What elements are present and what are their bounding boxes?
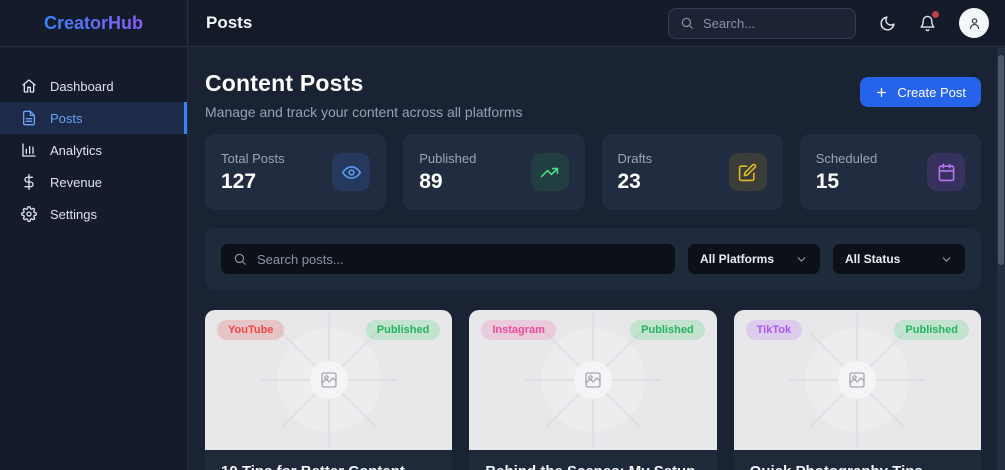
stat-card-scheduled: Scheduled 15 <box>800 134 981 210</box>
status-badge: Published <box>366 320 441 340</box>
vertical-scrollbar[interactable] <box>997 48 1005 470</box>
stat-card-total-posts: Total Posts 127 <box>205 134 386 210</box>
post-title: 10 Tips for Better Content Creation <box>221 463 436 470</box>
stat-value: 127 <box>221 170 285 194</box>
post-card[interactable]: TikTok Published Quick Photography Tips <box>734 310 981 470</box>
status-badge: Published <box>894 320 969 340</box>
platform-badge: Instagram <box>481 320 556 340</box>
sidebar-item-label: Posts <box>50 111 83 126</box>
platform-badge: YouTube <box>217 320 284 340</box>
post-title: Behind the Scenes: My Setup Tour <box>485 463 700 470</box>
sidebar-item-settings[interactable]: Settings <box>0 198 187 230</box>
app-logo: CreatorHub <box>44 13 143 34</box>
notifications-button[interactable] <box>919 15 936 32</box>
edit-icon <box>729 153 767 191</box>
eye-icon <box>332 153 370 191</box>
stat-label: Drafts <box>618 151 653 166</box>
top-bar: Posts <box>189 0 1005 47</box>
gear-icon <box>21 206 37 222</box>
post-thumbnail: YouTube Published <box>205 310 452 450</box>
stat-label: Published <box>419 151 476 166</box>
sidebar-item-label: Analytics <box>50 143 102 158</box>
post-thumbnail: Instagram Published <box>469 310 716 450</box>
sidebar-item-analytics[interactable]: Analytics <box>0 134 187 166</box>
sidebar-item-dashboard[interactable]: Dashboard <box>0 70 187 102</box>
chevron-down-icon <box>795 253 808 266</box>
stat-label: Total Posts <box>221 151 285 166</box>
posts-search[interactable] <box>221 244 675 274</box>
notification-dot <box>932 11 939 18</box>
post-card[interactable]: Instagram Published Behind the Scenes: M… <box>469 310 716 470</box>
post-body: Quick Photography Tips <box>734 450 981 470</box>
stats-row: Total Posts 127 Published 89 Drafts 23 <box>205 134 981 210</box>
file-icon <box>21 110 37 126</box>
bar-chart-icon <box>21 142 37 158</box>
status-badge: Published <box>630 320 705 340</box>
status-filter-select[interactable]: All Status <box>833 244 965 274</box>
main-content: Content Posts Manage and track your cont… <box>189 48 997 470</box>
dollar-icon <box>21 174 37 190</box>
home-icon <box>21 78 37 94</box>
logo-area: CreatorHub <box>0 0 187 47</box>
page-header: Content Posts Manage and track your cont… <box>205 70 981 120</box>
search-icon <box>233 252 247 266</box>
sidebar-nav: Dashboard Posts Analytics Revenue Settin… <box>0 47 187 230</box>
post-title: Quick Photography Tips <box>750 463 965 470</box>
post-body: Behind the Scenes: My Setup Tour <box>469 450 716 470</box>
theme-toggle-button[interactable] <box>879 15 896 32</box>
sidebar-item-label: Settings <box>50 207 97 222</box>
sidebar-item-posts[interactable]: Posts <box>0 102 187 134</box>
global-search[interactable] <box>668 8 856 39</box>
stat-value: 89 <box>419 170 476 194</box>
calendar-icon <box>927 153 965 191</box>
create-post-button[interactable]: Create Post <box>860 77 981 107</box>
search-icon <box>680 16 694 30</box>
page-title: Content Posts <box>205 70 523 97</box>
user-avatar[interactable] <box>959 8 989 38</box>
stat-card-drafts: Drafts 23 <box>602 134 783 210</box>
plus-icon <box>875 86 888 99</box>
user-icon <box>967 16 982 31</box>
sidebar-item-revenue[interactable]: Revenue <box>0 166 187 198</box>
header-actions <box>668 8 989 39</box>
posts-search-input[interactable] <box>257 252 663 267</box>
stat-card-published: Published 89 <box>403 134 584 210</box>
filter-bar: All Platforms All Status <box>205 228 981 290</box>
sidebar-item-label: Dashboard <box>50 79 114 94</box>
chevron-down-icon <box>940 253 953 266</box>
trending-up-icon <box>531 153 569 191</box>
platform-badge: TikTok <box>746 320 802 340</box>
post-thumbnail: TikTok Published <box>734 310 981 450</box>
stat-value: 23 <box>618 170 653 194</box>
platform-filter-select[interactable]: All Platforms <box>688 244 820 274</box>
scrollbar-thumb[interactable] <box>998 55 1004 265</box>
stat-label: Scheduled <box>816 151 877 166</box>
moon-icon <box>879 15 896 32</box>
posts-grid: YouTube Published 10 Tips for Better Con… <box>205 310 981 470</box>
sidebar-item-label: Revenue <box>50 175 102 190</box>
sidebar: CreatorHub Dashboard Posts Analytics Rev… <box>0 0 188 470</box>
stat-value: 15 <box>816 170 877 194</box>
page-subtitle: Manage and track your content across all… <box>205 104 523 120</box>
post-body: 10 Tips for Better Content Creation <box>205 450 452 470</box>
header-title: Posts <box>206 13 252 33</box>
post-card[interactable]: YouTube Published 10 Tips for Better Con… <box>205 310 452 470</box>
global-search-input[interactable] <box>703 16 844 31</box>
